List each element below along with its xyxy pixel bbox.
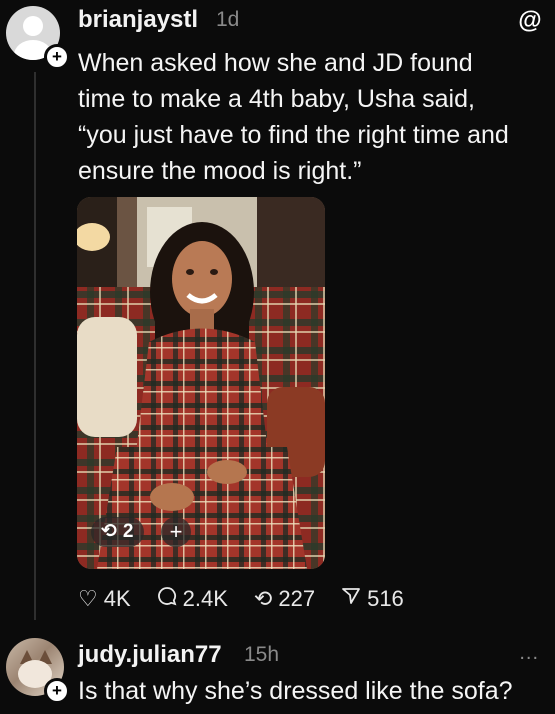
like-button[interactable]: ♡ 4K — [78, 586, 131, 612]
reply-timestamp: 15h — [244, 643, 280, 666]
reply-avatar-container[interactable]: + — [6, 638, 70, 704]
media-repost-chip[interactable]: ⟲ 2 — [91, 517, 144, 547]
like-count: 4K — [103, 586, 131, 611]
threads-logo-icon: @ — [518, 7, 542, 34]
send-icon — [341, 586, 361, 612]
share-count: 516 — [367, 586, 404, 611]
repost-button[interactable]: ⟲ 227 — [254, 586, 315, 612]
photo-illustration — [77, 197, 325, 569]
media-repost-count: 2 — [122, 521, 134, 542]
thread-connector-line — [34, 72, 36, 620]
follow-plus-icon[interactable]: + — [44, 44, 70, 70]
repost-icon: ⟲ — [253, 586, 273, 611]
share-button[interactable]: 516 — [341, 586, 404, 612]
post-image[interactable]: ⟲ 2 + — [77, 197, 325, 569]
media-add-button[interactable]: + — [161, 517, 191, 547]
repost-count: 227 — [278, 586, 316, 611]
more-options-icon[interactable]: ... — [519, 642, 539, 665]
follow-plus-icon[interactable]: + — [44, 678, 70, 704]
reply-text: Is that why she’s dressed like the sofa? — [78, 677, 513, 705]
default-avatar-head — [23, 16, 43, 36]
post-action-bar: ♡ 4K 2.4K ⟲ 227 516 — [78, 586, 430, 612]
post-timestamp: 1d — [216, 8, 240, 31]
repost-icon: ⟲ — [101, 521, 117, 542]
reply-count: 2.4K — [182, 586, 228, 611]
comment-icon — [157, 586, 177, 612]
post-avatar-container[interactable]: + — [6, 6, 70, 70]
post-username[interactable]: brianjaystl — [78, 6, 198, 34]
heart-icon: ♡ — [78, 586, 98, 611]
reply-username[interactable]: judy.julian77 — [78, 641, 222, 669]
post-text: When asked how she and JD found time to … — [78, 49, 509, 185]
reply-button[interactable]: 2.4K — [157, 586, 228, 612]
